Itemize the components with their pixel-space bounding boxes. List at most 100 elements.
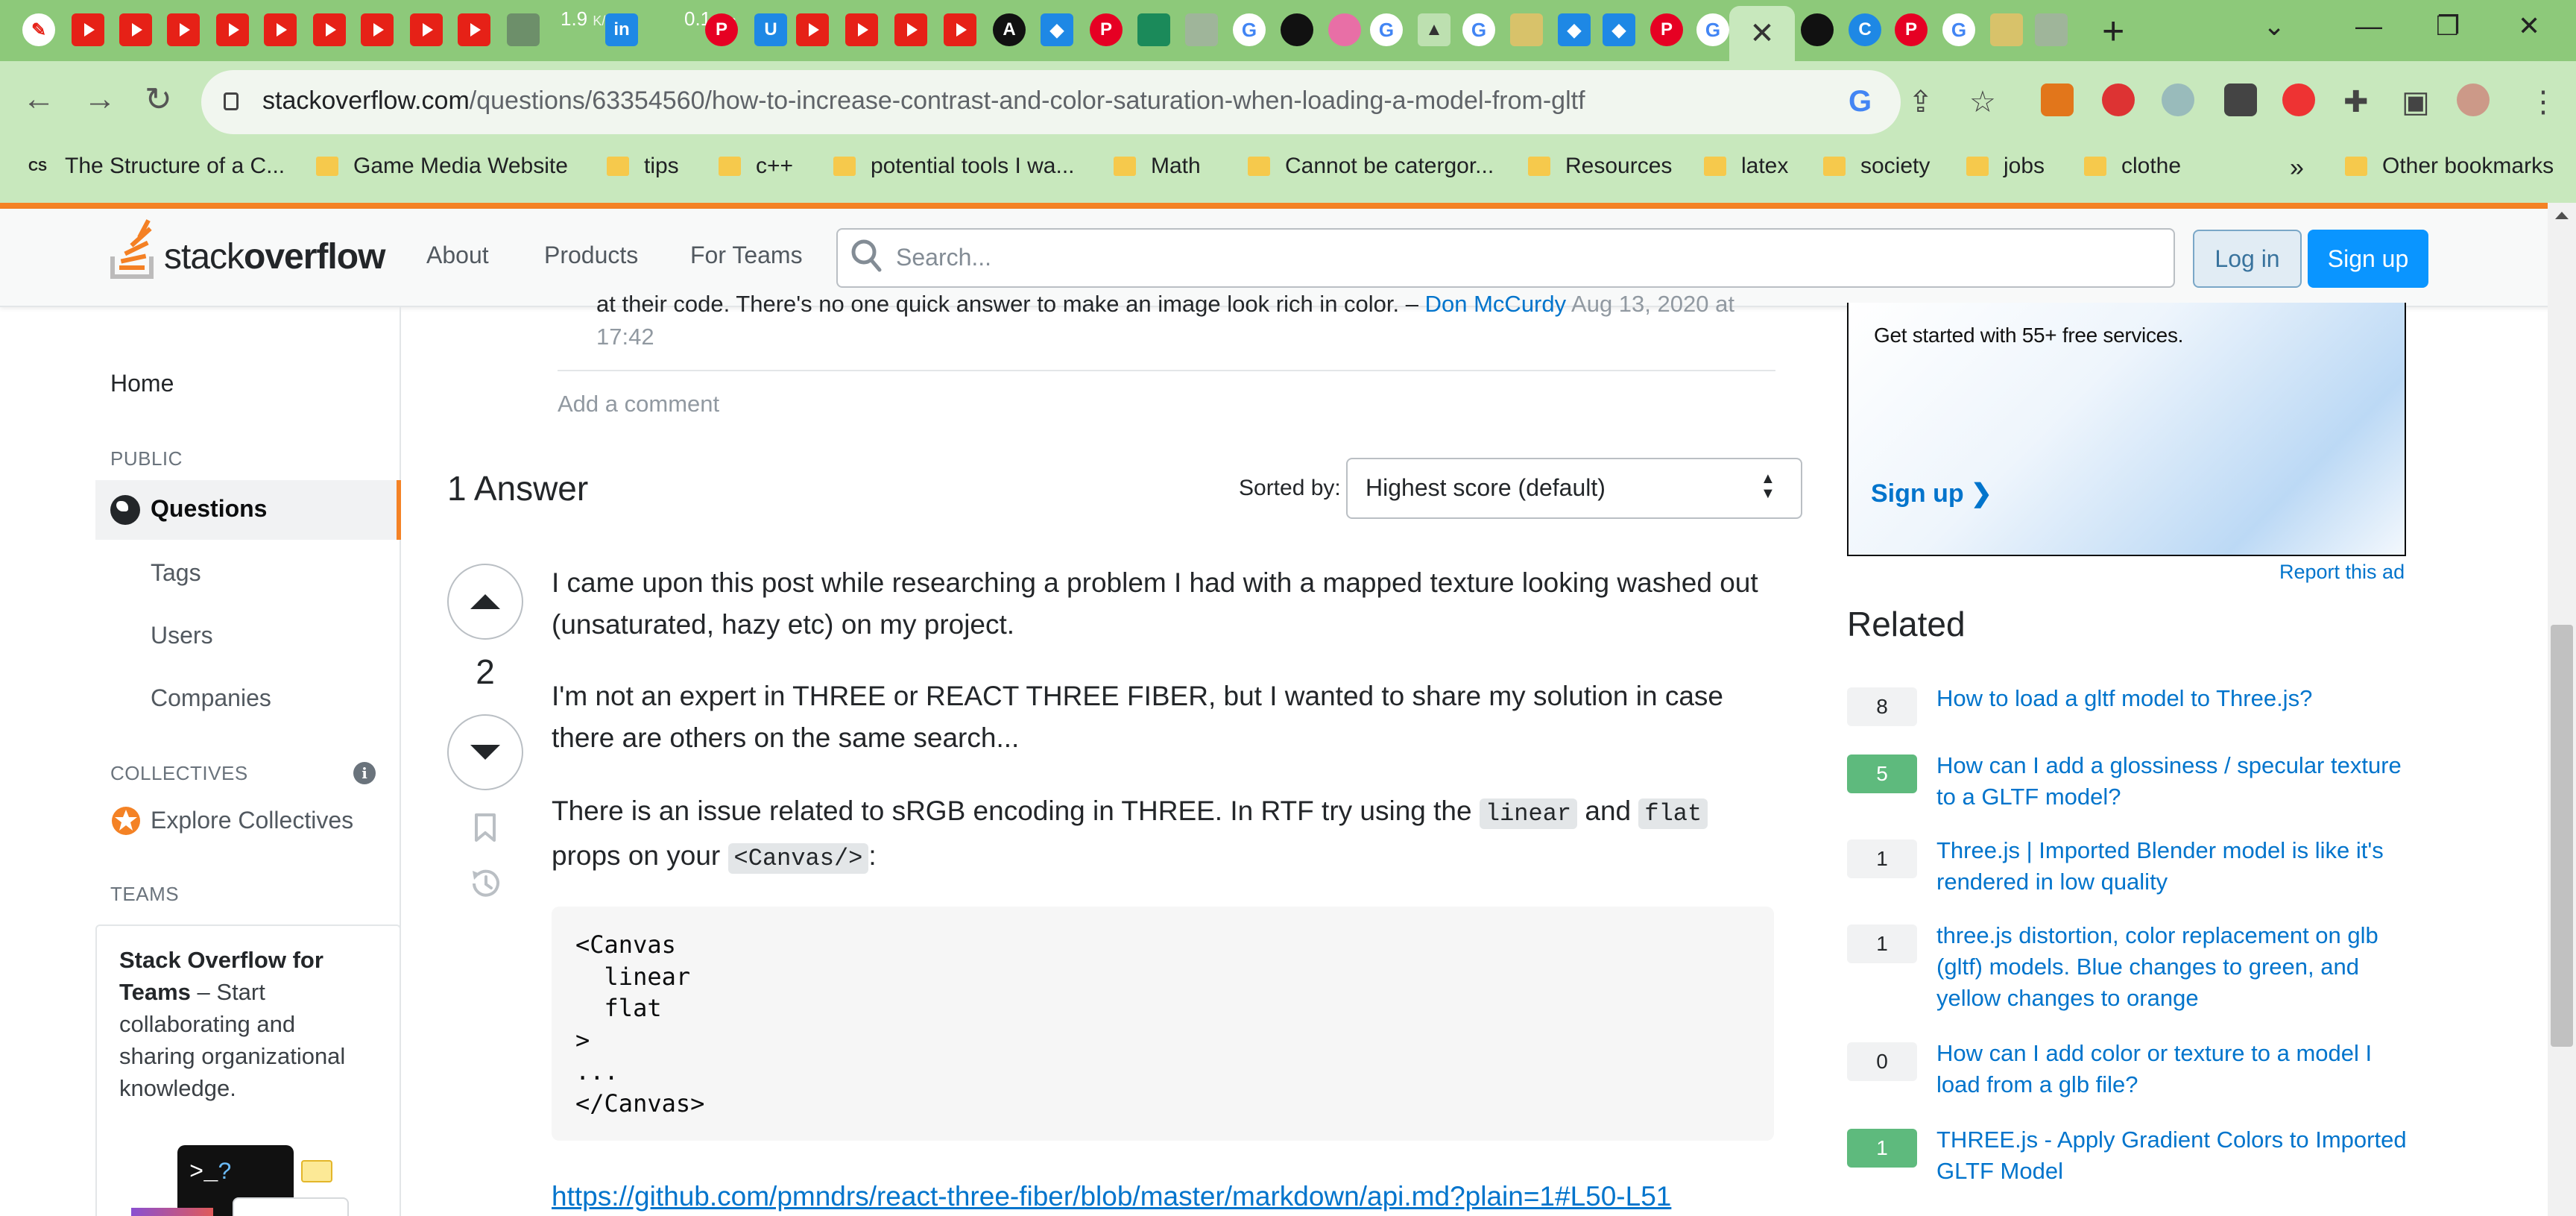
tab-youtube-icon[interactable] bbox=[845, 13, 878, 46]
related-question-link[interactable]: How to load a gltf model to Three.js? bbox=[1936, 683, 2414, 714]
tab-favicon-misc[interactable]: ▲ bbox=[1418, 13, 1450, 46]
page-scrollbar-thumb[interactable] bbox=[2551, 625, 2573, 1047]
tab-youtube-icon[interactable] bbox=[944, 13, 976, 46]
tab-google-icon[interactable]: G bbox=[1370, 13, 1403, 46]
color-picker-extension-icon[interactable] bbox=[2224, 84, 2257, 116]
tab-google-icon[interactable]: G bbox=[1942, 13, 1975, 46]
bookmark-folder[interactable]: Resources bbox=[1528, 154, 1672, 179]
bookmark-icon[interactable] bbox=[474, 813, 496, 842]
tab-pinterest-icon[interactable]: P bbox=[705, 13, 738, 46]
tab-favicon-misc[interactable] bbox=[1185, 13, 1218, 46]
profile-avatar[interactable] bbox=[2457, 84, 2490, 116]
tab-google-icon[interactable]: G bbox=[1462, 13, 1495, 46]
tab-google-icon[interactable]: G bbox=[1233, 13, 1266, 46]
bookmark-folder[interactable]: tips bbox=[607, 154, 679, 179]
tab-favicon-misc[interactable] bbox=[1137, 13, 1170, 46]
related-question-link[interactable]: Three.js | Imported Blender model is lik… bbox=[1936, 835, 2414, 898]
tab-github-icon[interactable] bbox=[1801, 13, 1834, 46]
tab-search-icon[interactable]: ⌄ bbox=[2263, 10, 2285, 42]
bookmarks-overflow-chevron-icon[interactable]: » bbox=[2290, 154, 2304, 183]
tab-favicon-blue[interactable]: C bbox=[1849, 13, 1881, 46]
tab-favicon-misc[interactable] bbox=[2035, 13, 2068, 46]
add-comment-link[interactable]: Add a comment bbox=[558, 391, 719, 418]
related-question-link[interactable]: How can I add a glossiness / specular te… bbox=[1936, 750, 2414, 813]
forward-arrow-icon[interactable]: → bbox=[83, 81, 116, 118]
sort-select[interactable]: Highest score (default) bbox=[1346, 458, 1802, 519]
reload-icon[interactable]: ↻ bbox=[145, 81, 172, 119]
tab-favicon-dark[interactable]: A bbox=[993, 13, 1026, 46]
tab-favicon-ui[interactable]: U bbox=[754, 13, 787, 46]
upvote-button[interactable] bbox=[447, 564, 523, 640]
google-translate-icon[interactable]: G bbox=[1849, 85, 1872, 119]
report-ad-link[interactable]: Report this ad bbox=[2279, 561, 2405, 584]
bookmark-folder[interactable]: clothe bbox=[2084, 154, 2181, 179]
bookmark-folder[interactable]: jobs bbox=[1966, 154, 2045, 179]
tab-youtube-icon[interactable] bbox=[264, 13, 297, 46]
tab-pinterest-icon[interactable]: P bbox=[1895, 13, 1928, 46]
tab-cube-icon[interactable]: ◆ bbox=[1603, 13, 1635, 46]
bookmark-folder[interactable]: Cannot be catergor... bbox=[1248, 154, 1494, 179]
tab-favicon-misc[interactable] bbox=[507, 13, 540, 46]
downvote-button[interactable] bbox=[447, 714, 523, 790]
extension-icon[interactable] bbox=[2102, 84, 2135, 116]
lock-icon[interactable] bbox=[224, 92, 239, 110]
sidebar-item-home[interactable]: Home bbox=[110, 370, 174, 397]
login-button[interactable]: Log in bbox=[2193, 230, 2302, 288]
bookmark-star-icon[interactable]: ☆ bbox=[1969, 85, 1996, 119]
sidebar-item-explore-collectives[interactable]: Explore Collectives bbox=[151, 807, 353, 834]
browser-menu-icon[interactable]: ⋮ bbox=[2528, 85, 2558, 119]
metamask-extension-icon[interactable] bbox=[2041, 84, 2074, 116]
stackoverflow-logo[interactable]: stackoverflow bbox=[109, 219, 385, 280]
sidebar-item-tags[interactable]: Tags bbox=[151, 559, 201, 587]
tab-favicon-misc[interactable] bbox=[1990, 13, 2023, 46]
bookmark-folder[interactable]: latex bbox=[1704, 154, 1788, 179]
tab-favicon-1[interactable]: ✎ bbox=[22, 13, 55, 46]
side-panel-icon[interactable]: ▣ bbox=[2402, 85, 2430, 119]
ad-signup-link[interactable]: Sign up ❯ bbox=[1871, 479, 1992, 508]
close-window-icon[interactable]: ✕ bbox=[2518, 10, 2540, 42]
tab-youtube-icon[interactable] bbox=[216, 13, 249, 46]
bookmark-folder[interactable]: potential tools I wa... bbox=[833, 154, 1075, 179]
tab-linkedin-icon[interactable]: in bbox=[605, 13, 638, 46]
new-tab-button[interactable]: + bbox=[2102, 9, 2124, 54]
tab-pinterest-icon[interactable]: P bbox=[1090, 13, 1123, 46]
tab-cube-icon[interactable]: ◆ bbox=[1558, 13, 1591, 46]
related-question-link[interactable]: THREE.js - Apply Gradient Colors to Impo… bbox=[1936, 1124, 2414, 1187]
tab-favicon-pink[interactable] bbox=[1328, 13, 1361, 46]
sidebar-item-users[interactable]: Users bbox=[151, 622, 213, 649]
tab-youtube-icon[interactable] bbox=[410, 13, 443, 46]
other-bookmarks-folder[interactable]: Other bookmarks bbox=[2345, 154, 2554, 179]
tab-pinterest-icon[interactable]: P bbox=[1650, 13, 1683, 46]
active-tab-close-icon[interactable]: ✕ bbox=[1729, 6, 1795, 61]
extensions-puzzle-icon[interactable]: ✚ bbox=[2343, 85, 2369, 119]
sidebar-item-companies[interactable]: Companies bbox=[151, 684, 271, 712]
tab-youtube-icon[interactable] bbox=[72, 13, 104, 46]
share-icon[interactable]: ⇪ bbox=[1908, 85, 1933, 119]
comment-user-link[interactable]: Don McCurdy bbox=[1425, 291, 1567, 317]
search-input[interactable] bbox=[896, 240, 2148, 274]
tab-youtube-icon[interactable] bbox=[119, 13, 152, 46]
bookmark-folder[interactable]: Math bbox=[1114, 154, 1201, 179]
tab-google-icon[interactable]: G bbox=[1696, 13, 1729, 46]
nav-products[interactable]: Products bbox=[544, 242, 638, 269]
related-question-link[interactable]: How can I add color or texture to a mode… bbox=[1936, 1038, 2414, 1100]
history-icon[interactable] bbox=[467, 865, 504, 902]
signup-button[interactable]: Sign up bbox=[2308, 230, 2428, 288]
tab-cube-icon[interactable]: ◆ bbox=[1041, 13, 1073, 46]
bookmark-item[interactable]: CS The Structure of a C... bbox=[28, 154, 285, 179]
tab-youtube-icon[interactable] bbox=[458, 13, 490, 46]
nav-for-teams[interactable]: For Teams bbox=[690, 242, 803, 269]
extension-icon[interactable] bbox=[2162, 84, 2194, 116]
tab-youtube-icon[interactable] bbox=[313, 13, 346, 46]
tab-youtube-icon[interactable] bbox=[167, 13, 200, 46]
tab-favicon-misc[interactable] bbox=[1510, 13, 1543, 46]
related-question-link[interactable]: three.js distortion, color replacement o… bbox=[1936, 920, 2414, 1014]
extension-icon[interactable] bbox=[2282, 84, 2315, 116]
nav-about[interactable]: About bbox=[426, 242, 489, 269]
back-arrow-icon[interactable]: ← bbox=[22, 81, 55, 118]
tab-youtube-icon[interactable] bbox=[361, 13, 394, 46]
restore-window-icon[interactable]: ❐ bbox=[2436, 10, 2460, 42]
sidebar-item-questions[interactable]: Questions bbox=[151, 495, 267, 523]
bookmark-folder[interactable]: society bbox=[1823, 154, 1930, 179]
tab-favicon-dark[interactable] bbox=[1281, 13, 1313, 46]
